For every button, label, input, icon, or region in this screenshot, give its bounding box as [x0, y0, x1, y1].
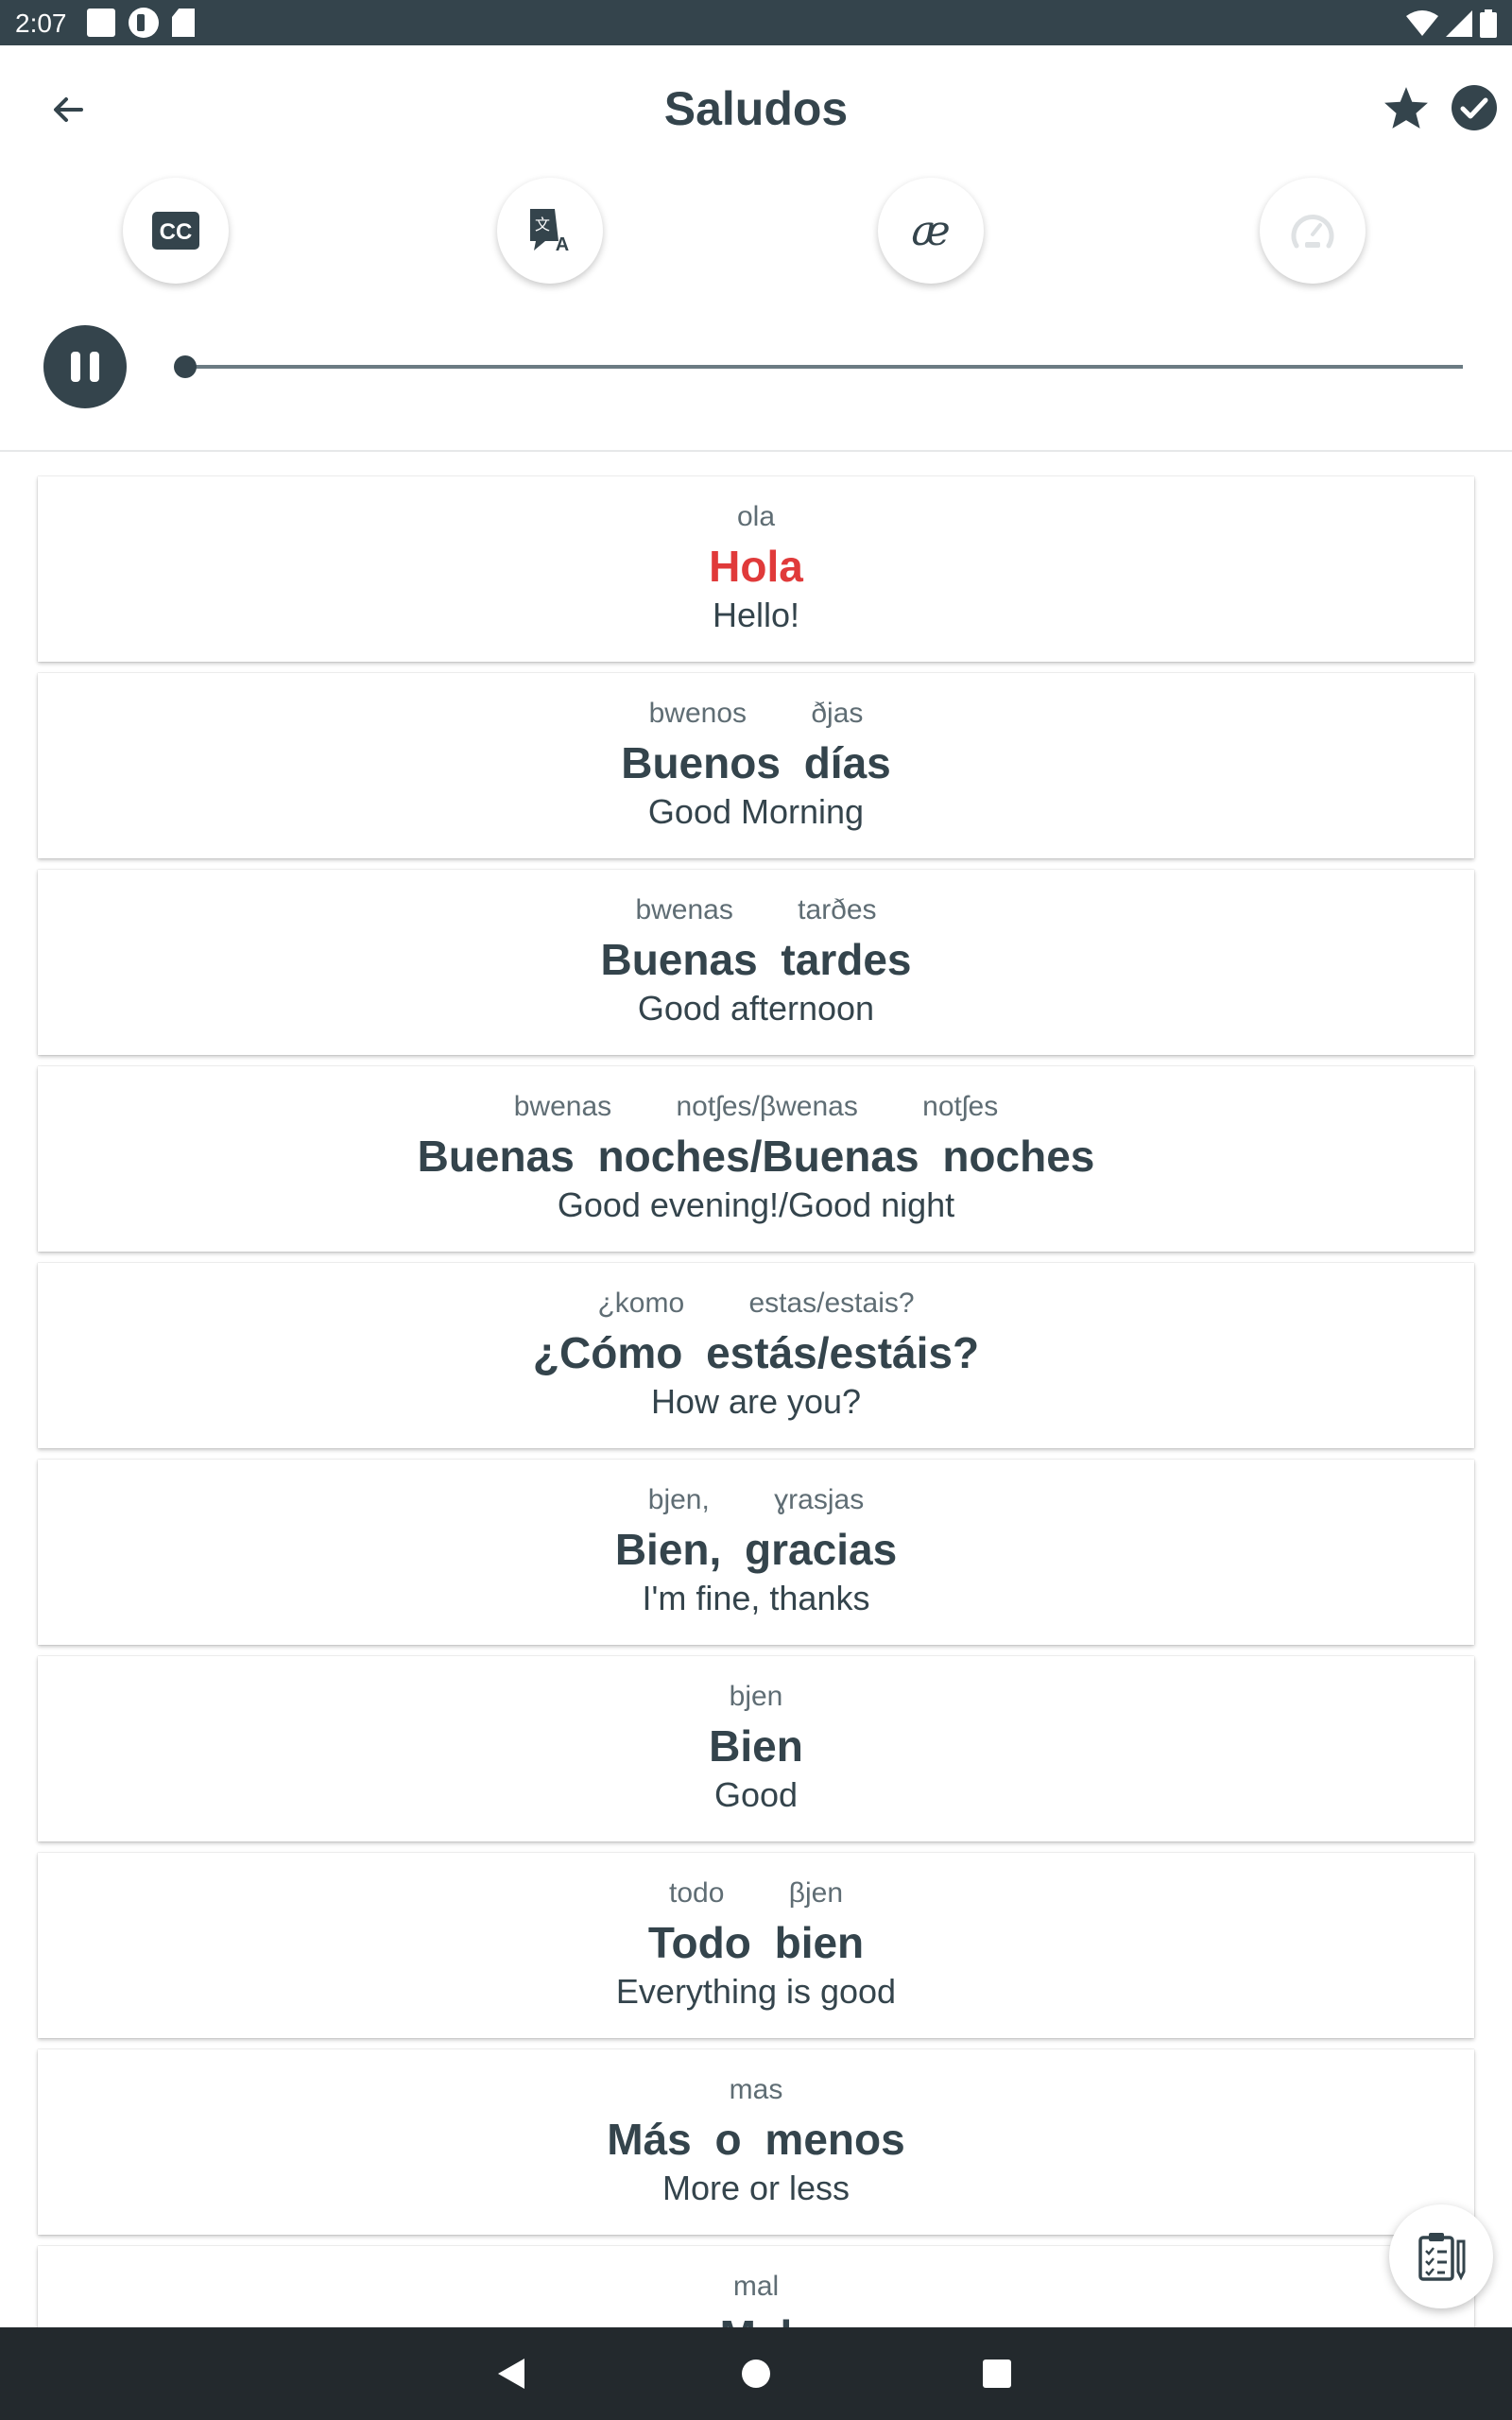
phrase-translation: Good: [713, 1775, 799, 1814]
pause-icon: [71, 352, 80, 382]
battery-icon: [1480, 9, 1497, 38]
translate-button[interactable]: 文 A: [497, 178, 603, 284]
pause-button[interactable]: [43, 325, 127, 408]
phrase-card[interactable]: mas Más o menos More or less: [38, 2049, 1474, 2235]
phrase-card[interactable]: bjen, ɣrasjas Bien, gracias I'm fine, th…: [38, 1460, 1474, 1645]
phrase-card[interactable]: mal Mal: [38, 2246, 1474, 2327]
phrase-translation: Hello!: [712, 596, 800, 634]
phrase-card[interactable]: ola Hola Hello!: [38, 476, 1474, 662]
phrase-phonetic: mas: [729, 2074, 783, 2105]
phrase-text: Todo bien: [647, 1918, 865, 1967]
phrase-card[interactable]: bwenos ðjas Buenos días Good Morning: [38, 673, 1474, 858]
phrase-card[interactable]: bjen Bien Good: [38, 1656, 1474, 1841]
phrase-text: Hola: [709, 542, 803, 591]
svg-text:CC: CC: [160, 219, 193, 245]
nav-recents-button[interactable]: [966, 2342, 1028, 2405]
phrase-phonetic: bwenas tarðes: [635, 894, 877, 925]
phrase-card[interactable]: todo βjen Todo bien Everything is good: [38, 1853, 1474, 2038]
phrase-phonetic: bjen, ɣrasjas: [647, 1484, 865, 1515]
phrase-list[interactable]: ola Hola Hello! bwenos ðjas Buenos días …: [0, 454, 1512, 2327]
phrase-phonetic: ola: [736, 501, 776, 532]
phrase-text: Mal: [38, 2310, 1474, 2327]
phrase-text: Buenas tardes: [600, 935, 912, 984]
system-nav-bar: [0, 2327, 1512, 2420]
lesson-header: Saludos CC 文 A æ: [0, 45, 1512, 452]
status-time: 2:07: [15, 9, 67, 38]
quiz-button[interactable]: [1389, 2204, 1493, 2308]
audio-progress-thumb[interactable]: [174, 355, 197, 378]
signal-icon: [1446, 10, 1472, 37]
nav-home-button[interactable]: [725, 2342, 787, 2405]
nav-recents-icon: [983, 2360, 1011, 2388]
phrase-phonetic: mal: [732, 2271, 780, 2302]
phrase-translation: Good Morning: [647, 792, 865, 831]
nav-back-icon: [498, 2359, 524, 2389]
phrase-translation: Good evening!/Good night: [557, 1185, 955, 1224]
star-icon: [1384, 87, 1428, 129]
speed-button[interactable]: [1260, 178, 1366, 284]
phrase-text: Buenos días: [621, 738, 891, 787]
phrase-card[interactable]: ¿komo estas/estais? ¿Cómo estás/estáis? …: [38, 1263, 1474, 1448]
svg-text:文: 文: [535, 216, 550, 233]
wifi-icon: [1406, 10, 1438, 36]
captions-button[interactable]: CC: [123, 178, 229, 284]
phrase-translation: I'm fine, thanks: [642, 1579, 870, 1617]
nav-home-icon: [742, 2360, 770, 2388]
status-system-icons: [1406, 9, 1497, 38]
sd-card-icon: [172, 9, 195, 37]
check-circle-icon: [1452, 85, 1497, 130]
phrase-card[interactable]: bwenas notʃes/βwenas notʃes Buenas noche…: [38, 1066, 1474, 1252]
phrase-translation: Everything is good: [615, 1972, 897, 2011]
translate-icon: 文 A: [530, 209, 569, 254]
phrase-translation: Good afternoon: [637, 989, 875, 1028]
svg-text:A: A: [556, 234, 569, 254]
audio-progress-track[interactable]: [185, 365, 1463, 369]
app-notification-icon: [129, 8, 159, 38]
phrase-text: Buenas noches/Buenas noches: [417, 1132, 1095, 1181]
status-bar: 2:07: [0, 0, 1512, 45]
cc-icon: CC: [152, 212, 199, 250]
phrase-translation: How are you?: [650, 1382, 862, 1421]
clipboard-checklist-icon: [1418, 2233, 1466, 2281]
phrase-phonetic: ¿komo estas/estais?: [597, 1288, 915, 1319]
page-title: Saludos: [663, 82, 849, 135]
phrase-phonetic: bwenas notʃes/βwenas notʃes: [513, 1091, 999, 1122]
complete-button[interactable]: [1448, 81, 1501, 134]
phrase-text: ¿Cómo estás/estáis?: [532, 1328, 980, 1377]
phrase-text: Más o menos: [607, 2115, 905, 2164]
phrase-text: Bien: [709, 1721, 803, 1771]
phrase-text: Bien, gracias: [614, 1525, 898, 1574]
phrase-translation: More or less: [662, 2169, 850, 2207]
phonetics-button[interactable]: æ: [878, 178, 984, 284]
favorite-button[interactable]: [1380, 81, 1433, 134]
ae-icon: æ: [911, 206, 951, 255]
phrase-phonetic: bwenos ðjas: [648, 698, 864, 729]
phrase-phonetic: todo βjen: [668, 1877, 843, 1909]
phrase-card[interactable]: bwenas tarðes Buenas tardes Good afterno…: [38, 870, 1474, 1055]
nav-back-button[interactable]: [480, 2342, 542, 2405]
square-notification-icon: [87, 9, 115, 37]
speedometer-icon: [1291, 215, 1334, 249]
status-notifications: [87, 8, 195, 38]
phrase-phonetic: bjen: [729, 1681, 783, 1712]
